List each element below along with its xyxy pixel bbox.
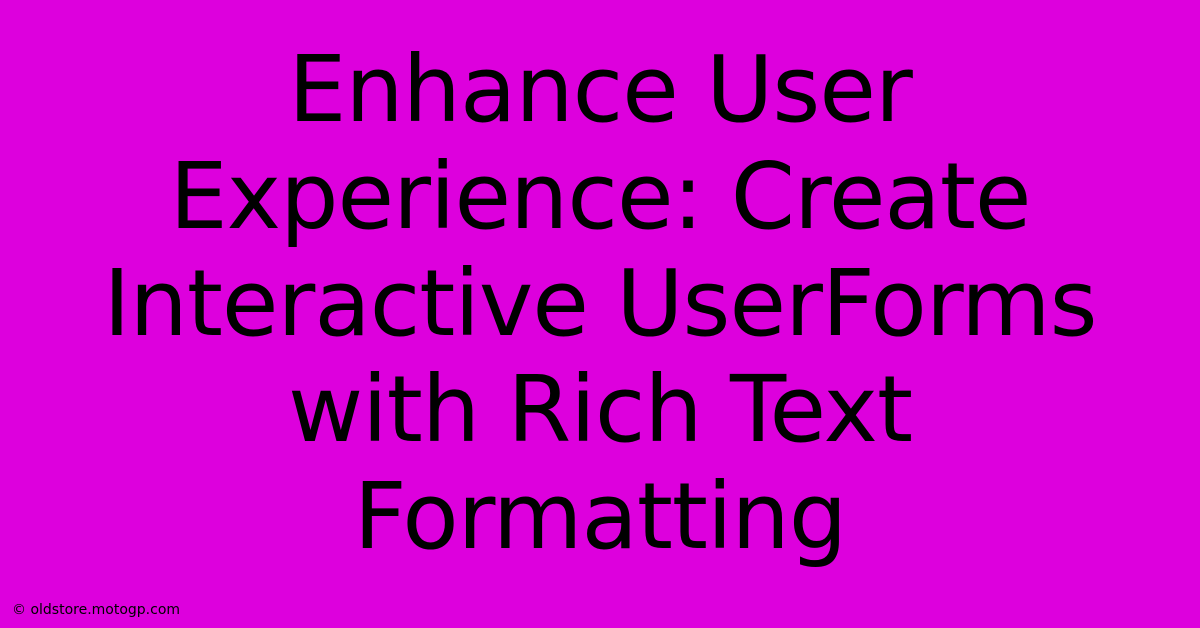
page-headline: Enhance User Experience: Create Interact… xyxy=(40,37,1160,571)
attribution-text: © oldstore.motogp.com xyxy=(12,602,180,618)
headline-container: Enhance User Experience: Create Interact… xyxy=(0,0,1200,628)
